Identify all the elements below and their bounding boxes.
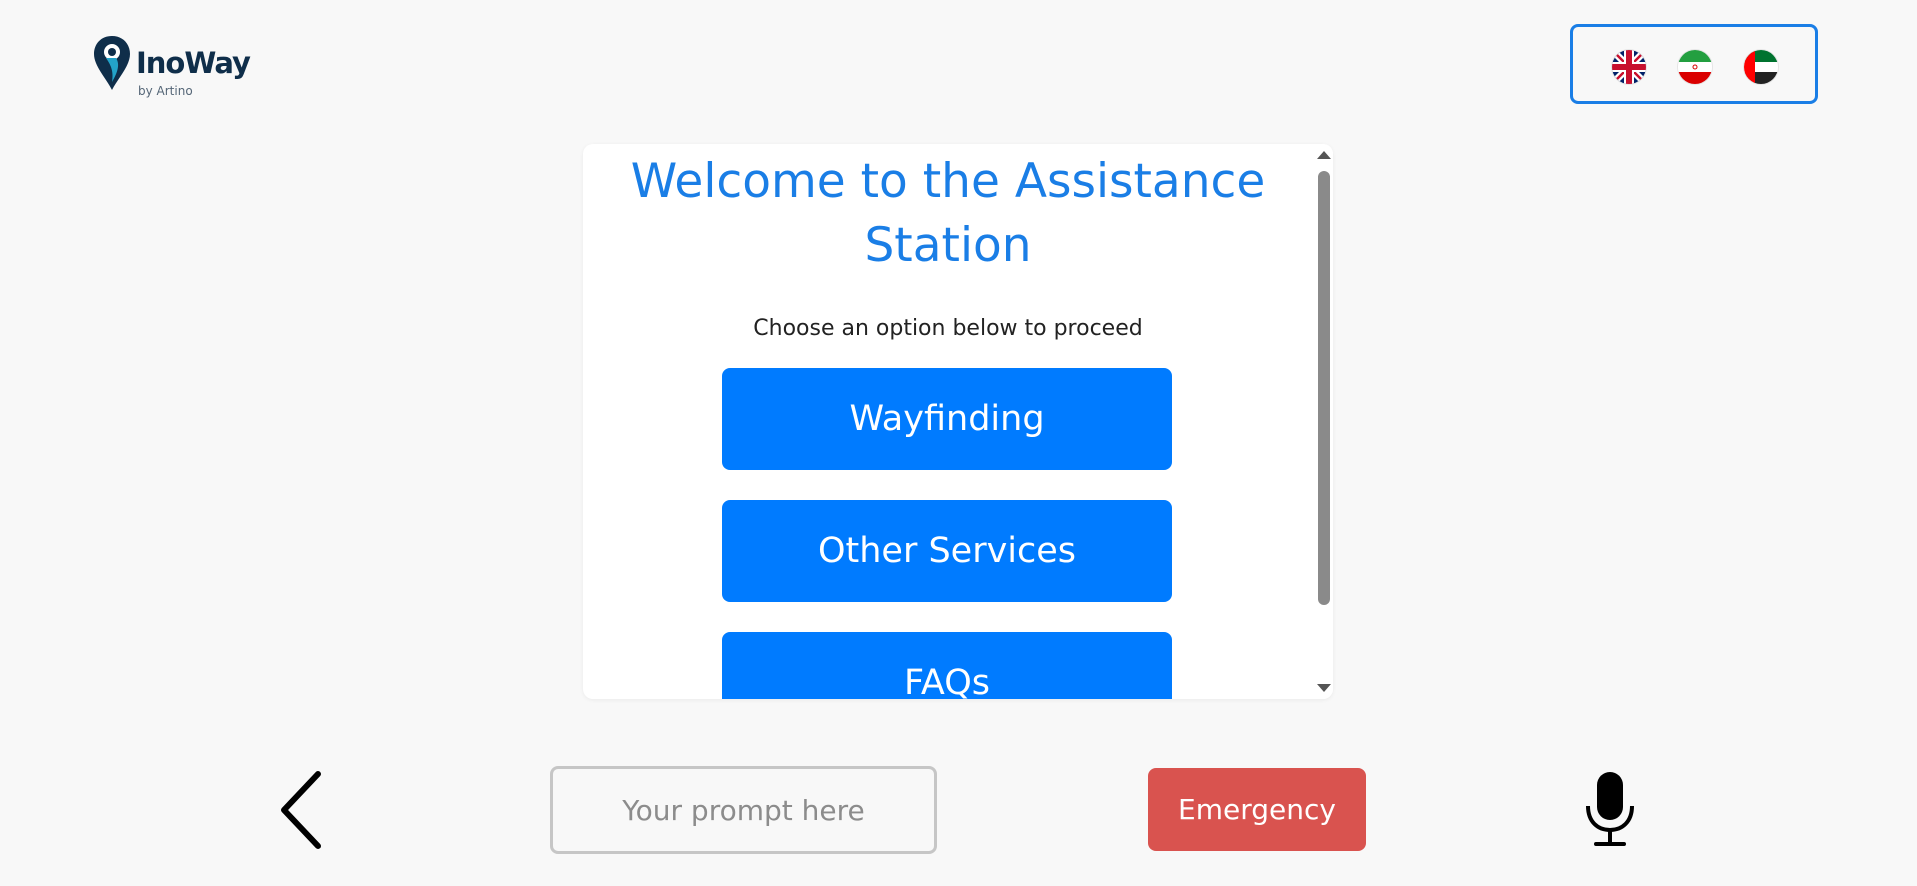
card-content: Welcome to the Assistance Station Choose… — [583, 144, 1313, 699]
uk-flag-icon[interactable] — [1612, 50, 1646, 84]
iran-flag-icon[interactable] — [1678, 50, 1712, 84]
assistance-card: Welcome to the Assistance Station Choose… — [583, 144, 1333, 699]
wayfinding-button[interactable]: Wayfinding — [722, 368, 1172, 470]
faqs-button[interactable]: FAQs — [722, 632, 1172, 699]
logo-wordmark: InoWay — [136, 46, 251, 80]
card-scrollbar[interactable] — [1313, 144, 1333, 699]
language-selector — [1570, 24, 1818, 104]
location-pin-logo-icon — [94, 36, 130, 90]
scroll-up-arrow-icon[interactable] — [1317, 151, 1331, 159]
prompt-input[interactable] — [550, 766, 937, 854]
inoway-logo: InoWay by Artino — [92, 34, 262, 100]
emergency-button[interactable]: Emergency — [1148, 768, 1366, 851]
page-subtitle: Choose an option below to proceed — [753, 316, 1143, 341]
page: InoWay by Artino Welcome to the Assistan… — [0, 0, 1917, 886]
page-title: Welcome to the Assistance Station — [630, 154, 1266, 273]
logo-subtitle: by Artino — [138, 84, 193, 98]
back-button[interactable] — [272, 768, 332, 852]
microphone-button[interactable] — [1580, 770, 1640, 850]
scroll-down-arrow-icon[interactable] — [1317, 684, 1331, 692]
uae-flag-icon[interactable] — [1744, 50, 1778, 84]
other-services-button[interactable]: Other Services — [722, 500, 1172, 602]
chevron-left-icon — [281, 771, 321, 849]
scroll-thumb[interactable] — [1318, 171, 1330, 605]
microphone-icon — [1586, 772, 1634, 846]
